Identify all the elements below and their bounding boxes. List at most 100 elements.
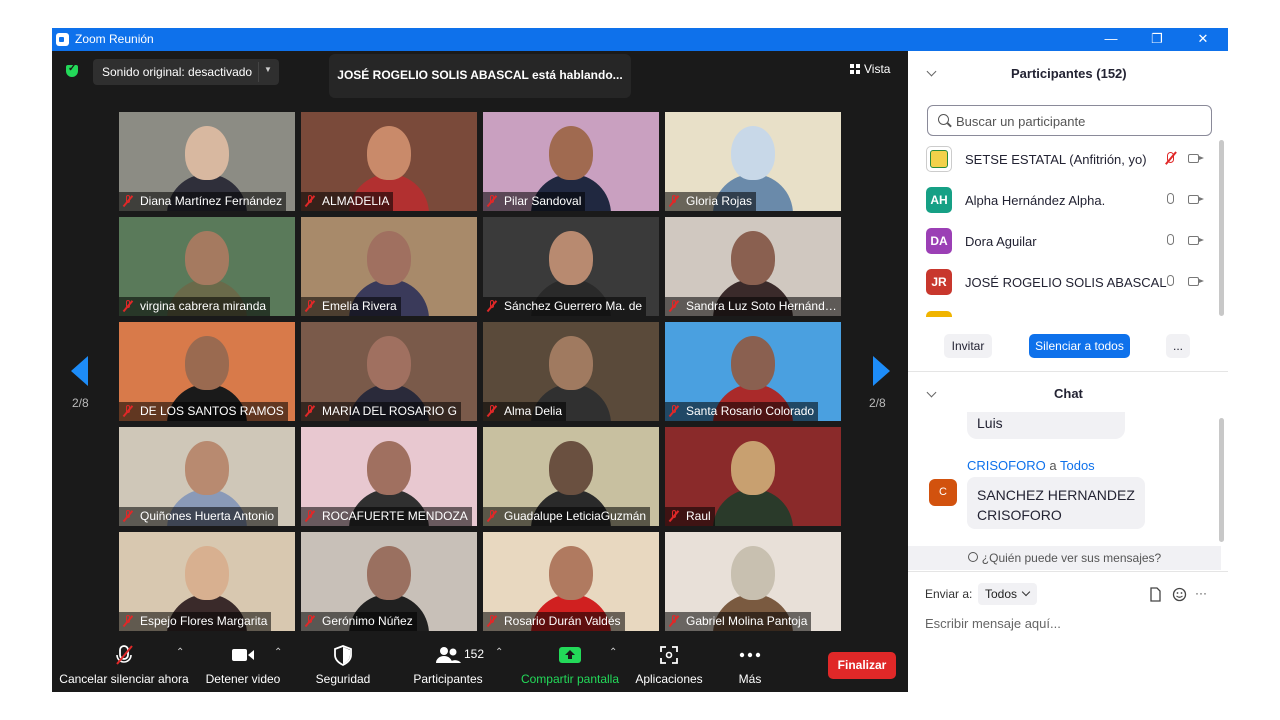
chat-sender-name[interactable]: CRISOFORO <box>967 458 1046 473</box>
view-label: Vista <box>864 62 891 76</box>
video-tile[interactable]: Pilar Sandoval <box>483 112 659 211</box>
muted-mic-icon <box>304 195 316 207</box>
muted-mic-icon <box>486 510 498 522</box>
next-page-arrow-icon[interactable] <box>873 356 890 386</box>
mic-icon[interactable] <box>1167 193 1174 204</box>
video-tile[interactable]: Sánchez Guerrero Ma. de <box>483 217 659 316</box>
participant-name: Pilar Sandoval <box>504 194 582 208</box>
who-can-see-messages-link[interactable]: ¿Quién puede ver sus mensajes? <box>908 546 1221 570</box>
participant-name: Guadalupe LeticiaGuzmán <box>504 509 647 523</box>
chat-scrollbar[interactable] <box>1219 418 1224 542</box>
mute-all-button[interactable]: Silenciar a todos <box>1029 334 1130 358</box>
apps-button[interactable]: Aplicaciones <box>632 644 706 686</box>
participant-name-label: Sánchez Guerrero Ma. de <box>483 297 647 316</box>
chat-more-button[interactable]: ··· <box>1195 586 1207 600</box>
muted-mic-icon[interactable] <box>1167 152 1174 163</box>
invite-button[interactable]: Invitar <box>944 334 992 358</box>
emoji-icon[interactable] <box>1172 587 1187 602</box>
video-tile[interactable]: ROCAFUERTE MENDOZA <box>301 427 477 526</box>
video-tile[interactable]: MARIA DEL ROSARIO G <box>301 322 477 421</box>
participants-more-button[interactable]: ... <box>1166 334 1190 358</box>
restore-button[interactable]: ❐ <box>1134 28 1180 51</box>
video-camera-icon[interactable] <box>1188 195 1204 204</box>
participant-name: DE LOS SANTOS RAMOS <box>140 404 284 418</box>
end-meeting-button[interactable]: Finalizar <box>828 652 896 679</box>
encryption-shield-icon[interactable] <box>66 63 78 77</box>
muted-mic-icon <box>668 510 680 522</box>
participant-face <box>549 126 593 180</box>
participant-name-label: Diana Martínez Fernández <box>119 192 287 211</box>
participants-scrollbar[interactable] <box>1219 140 1224 316</box>
video-tile[interactable]: Gabriel Molina Pantoja <box>665 532 841 631</box>
participant-face <box>185 441 229 495</box>
participant-search-input[interactable] <box>954 111 1208 132</box>
chat-message-input[interactable] <box>920 610 1217 636</box>
avatar: JR <box>926 269 952 295</box>
apps-icon <box>660 646 678 664</box>
participant-face <box>731 126 775 180</box>
video-tile[interactable]: Rosario Durán Valdés <box>483 532 659 631</box>
chat-to-word: a <box>1049 458 1057 473</box>
share-screen-icon <box>559 647 581 663</box>
participant-face <box>185 231 229 285</box>
send-to-label: Enviar a: <box>925 587 973 601</box>
video-tile[interactable]: Emelia Rivera <box>301 217 477 316</box>
participant-face <box>185 126 229 180</box>
participant-search-box[interactable] <box>927 105 1212 136</box>
video-tile[interactable]: Espejo Flores Margarita <box>119 532 295 631</box>
chat-sender-line: CRISOFORO a Todos <box>967 458 1095 473</box>
participant-face <box>549 441 593 495</box>
participant-name-label: Santa Rosario Colorado <box>665 402 819 421</box>
original-sound-button[interactable]: Sonido original: desactivado ▼ <box>93 59 279 85</box>
divider <box>908 371 1228 372</box>
avatar: C <box>929 479 957 506</box>
video-camera-icon[interactable] <box>1188 277 1204 286</box>
video-tile[interactable]: Raul <box>665 427 841 526</box>
participant-name-label: Pilar Sandoval <box>483 192 586 211</box>
more-button[interactable]: Más <box>730 644 770 686</box>
mic-icon[interactable] <box>1167 234 1174 245</box>
view-button[interactable]: Vista <box>850 62 890 76</box>
muted-mic-icon <box>668 615 680 627</box>
video-tile[interactable]: virgina cabrera miranda <box>119 217 295 316</box>
video-tile[interactable]: DE LOS SANTOS RAMOS <box>119 322 295 421</box>
chevron-down-icon[interactable]: ▼ <box>264 65 272 74</box>
muted-mic-icon <box>486 195 498 207</box>
previous-page-arrow-icon[interactable] <box>71 356 88 386</box>
video-tile[interactable]: Guadalupe LeticiaGuzmán <box>483 427 659 526</box>
video-tile[interactable]: Alma Delia <box>483 322 659 421</box>
send-to-dropdown[interactable]: Todos <box>978 583 1037 605</box>
close-button[interactable]: ✕ <box>1180 28 1226 51</box>
send-to-value: Todos <box>985 587 1018 601</box>
participant-row[interactable]: DA Dora Aguilar <box>926 228 1206 254</box>
unmute-button[interactable]: Cancelar silenciar ahora <box>58 644 190 686</box>
participant-row[interactable]: SETSE ESTATAL (Anfitrión, yo) <box>926 146 1206 172</box>
security-button[interactable]: Seguridad <box>310 644 376 686</box>
video-tile[interactable]: Gloria Rojas <box>665 112 841 211</box>
audio-options-caret-icon[interactable]: ⌃ <box>176 647 184 658</box>
participant-row[interactable]: JR JOSÉ ROGELIO SOLIS ABASCAL <box>926 269 1206 295</box>
video-options-caret-icon[interactable]: ⌃ <box>274 647 282 658</box>
minimize-button[interactable]: — <box>1088 28 1134 51</box>
search-icon <box>938 114 949 125</box>
video-tile[interactable]: Quiñones Huerta Antonio <box>119 427 295 526</box>
participants-options-caret-icon[interactable]: ⌃ <box>495 647 503 658</box>
participant-name-label: Gloria Rojas <box>665 192 757 211</box>
video-tile[interactable]: Santa Rosario Colorado <box>665 322 841 421</box>
video-tile[interactable]: Gerónimo Núñez <box>301 532 477 631</box>
chat-recipient[interactable]: Todos <box>1060 458 1095 473</box>
person-lock-icon <box>967 552 978 562</box>
file-icon[interactable] <box>1149 587 1162 602</box>
apps-label: Aplicaciones <box>635 672 703 686</box>
video-camera-icon[interactable] <box>1188 236 1204 245</box>
share-options-caret-icon[interactable]: ⌃ <box>609 647 617 658</box>
share-screen-button[interactable]: Compartir pantalla <box>518 644 622 686</box>
mic-icon[interactable] <box>1167 275 1174 286</box>
video-camera-icon[interactable] <box>1188 154 1204 163</box>
unmute-label: Cancelar silenciar ahora <box>59 672 189 686</box>
video-tile[interactable]: ALMADELIA <box>301 112 477 211</box>
video-tile[interactable]: Sandra Luz Soto Hernández <box>665 217 841 316</box>
video-tile[interactable]: Diana Martínez Fernández <box>119 112 295 211</box>
participant-row[interactable]: AH Alpha Hernández Alpha. <box>926 187 1206 213</box>
chat-message-text: SANCHEZ HERNANDEZ CRISOFORO <box>977 485 1135 525</box>
